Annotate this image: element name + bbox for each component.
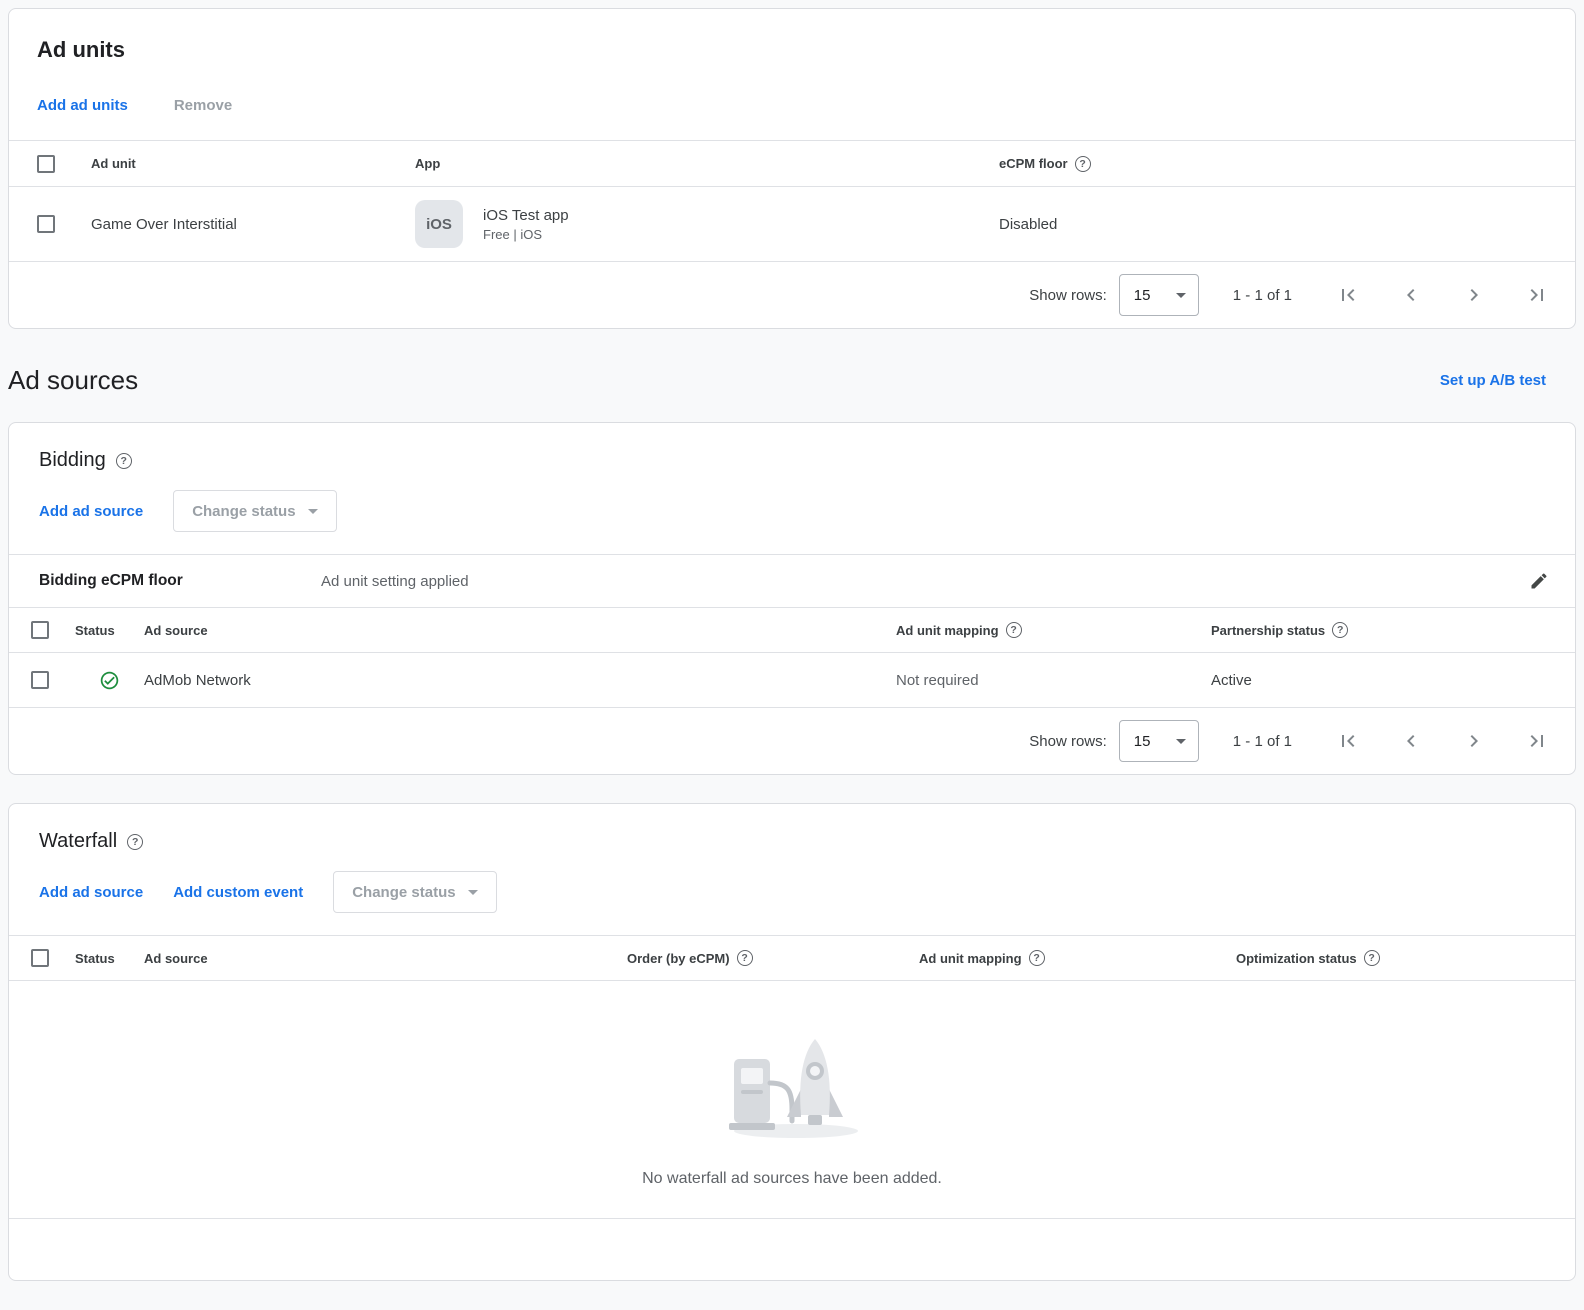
column-partnership-status: Partnership status [1211,622,1575,638]
ad-sources-title: Ad sources [8,365,138,396]
help-icon[interactable] [1332,622,1348,638]
select-all-checkbox[interactable] [31,949,49,967]
ad-units-card: Ad units Add ad units Remove Ad unit App… [8,8,1576,329]
chevron-down-icon [308,509,318,514]
pagination-range: 1 - 1 of 1 [1233,287,1292,304]
column-ad-unit: Ad unit [91,156,415,171]
help-icon[interactable] [737,950,753,966]
waterfall-footer [9,1218,1575,1280]
bidding-card: Bidding Add ad source Change status Bidd… [8,422,1576,775]
first-page-button[interactable] [1336,729,1360,753]
last-page-icon [1525,729,1549,753]
bidding-ecpm-floor-label: Bidding eCPM floor [39,572,321,590]
help-icon[interactable] [1075,156,1091,172]
column-status: Status [75,951,144,966]
waterfall-add-ad-source-link[interactable]: Add ad source [39,884,143,901]
rocket-fueling-illustration [712,1017,872,1143]
chevron-left-icon [1399,729,1423,753]
select-all-checkbox[interactable] [31,621,49,639]
help-icon[interactable] [1006,622,1022,638]
waterfall-empty-state: No waterfall ad sources have been added. [9,981,1575,1218]
help-icon[interactable] [1364,950,1380,966]
row-checkbox[interactable] [31,671,49,689]
pagination-range: 1 - 1 of 1 [1233,733,1292,750]
bidding-table-header: Status Ad source Ad unit mapping Partner… [9,607,1575,653]
chevron-down-icon [1176,739,1186,744]
ad-unit-mapping-value: Not required [896,672,1211,689]
last-page-button[interactable] [1525,729,1549,753]
rows-per-page-select[interactable]: 15 [1119,274,1199,316]
mediation-page: Ad units Add ad units Remove Ad unit App… [0,0,1584,1289]
app-name: iOS Test app [483,207,569,224]
ad-units-title: Ad units [37,37,1547,63]
table-row: AdMob Network Not required Active [9,653,1575,708]
prev-page-button[interactable] [1399,283,1423,307]
ios-app-icon: iOS [415,200,463,248]
column-app: App [415,156,999,171]
add-ad-units-link[interactable]: Add ad units [37,97,128,114]
check-circle-icon [99,670,120,691]
next-page-button[interactable] [1462,729,1486,753]
waterfall-table-header: Status Ad source Order (by eCPM) Ad unit… [9,935,1575,981]
bidding-change-status-button: Change status [173,490,336,532]
first-page-icon [1336,729,1360,753]
ad-source-name[interactable]: AdMob Network [144,672,896,689]
help-icon[interactable] [127,834,143,850]
column-optimization-status: Optimization status [1236,950,1575,966]
prev-page-button[interactable] [1399,729,1423,753]
table-row: Game Over Interstitial iOS iOS Test app … [9,187,1575,262]
chevron-down-icon [468,890,478,895]
ecpm-floor-value: Disabled [999,216,1575,233]
edit-icon [1529,571,1549,591]
chevron-right-icon [1462,729,1486,753]
bidding-pagination: Show rows: 15 1 - 1 of 1 [9,708,1575,774]
row-checkbox[interactable] [37,215,55,233]
column-ad-source: Ad source [144,951,627,966]
bidding-title: Bidding [39,449,106,472]
remove-ad-units-link: Remove [174,97,232,114]
column-ad-unit-mapping: Ad unit mapping [919,950,1236,966]
rows-per-page-select[interactable]: 15 [1119,720,1199,762]
column-order-by-ecpm: Order (by eCPM) [627,950,919,966]
setup-ab-test-link[interactable]: Set up A/B test [1440,372,1546,389]
ad-units-pagination: Show rows: 15 1 - 1 of 1 [9,262,1575,328]
first-page-icon [1336,283,1360,307]
show-rows-label: Show rows: [1029,733,1107,750]
first-page-button[interactable] [1336,283,1360,307]
next-page-button[interactable] [1462,283,1486,307]
bidding-add-ad-source-link[interactable]: Add ad source [39,503,143,520]
edit-ecpm-floor-button[interactable] [1529,571,1549,591]
ad-unit-name[interactable]: Game Over Interstitial [91,216,415,233]
last-page-icon [1525,283,1549,307]
waterfall-change-status-button: Change status [333,871,496,913]
app-meta: Free | iOS [483,227,569,242]
ad-sources-section-header: Ad sources Set up A/B test [8,365,1546,396]
show-rows-label: Show rows: [1029,287,1107,304]
help-icon[interactable] [116,453,132,469]
partnership-status-value: Active [1211,672,1575,689]
add-custom-event-link[interactable]: Add custom event [173,884,303,901]
bidding-ecpm-floor-row: Bidding eCPM floor Ad unit setting appli… [9,554,1575,607]
chevron-left-icon [1399,283,1423,307]
ad-units-table-header: Ad unit App eCPM floor [9,140,1575,187]
select-all-checkbox[interactable] [37,155,55,173]
column-ad-source: Ad source [144,623,896,638]
waterfall-card: Waterfall Add ad source Add custom event… [8,803,1576,1281]
column-ad-unit-mapping: Ad unit mapping [896,622,1211,638]
chevron-down-icon [1176,293,1186,298]
waterfall-empty-message: No waterfall ad sources have been added. [9,1170,1575,1188]
column-ecpm-floor: eCPM floor [999,156,1575,172]
last-page-button[interactable] [1525,283,1549,307]
chevron-right-icon [1462,283,1486,307]
column-status: Status [75,623,144,638]
help-icon[interactable] [1029,950,1045,966]
waterfall-title: Waterfall [39,830,117,853]
bidding-ecpm-floor-value: Ad unit setting applied [321,573,469,590]
